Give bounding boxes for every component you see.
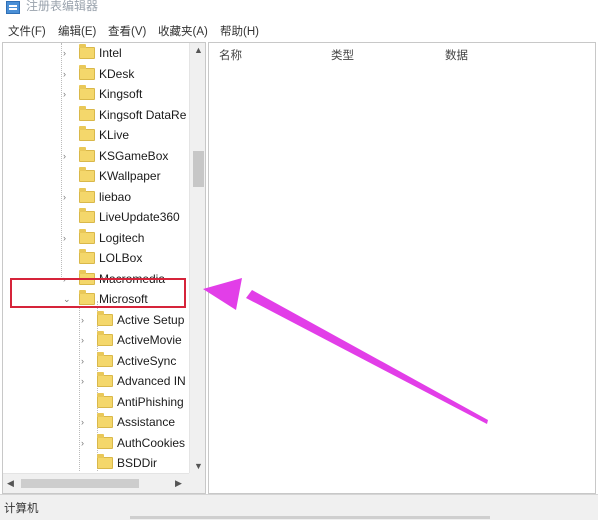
- annotation-arrow-head: [203, 278, 242, 310]
- status-bar: 计算机: [0, 494, 598, 520]
- status-path: 计算机: [4, 503, 39, 515]
- annotation-arrow: [203, 278, 488, 424]
- annotation-arrow-shaft: [246, 290, 488, 424]
